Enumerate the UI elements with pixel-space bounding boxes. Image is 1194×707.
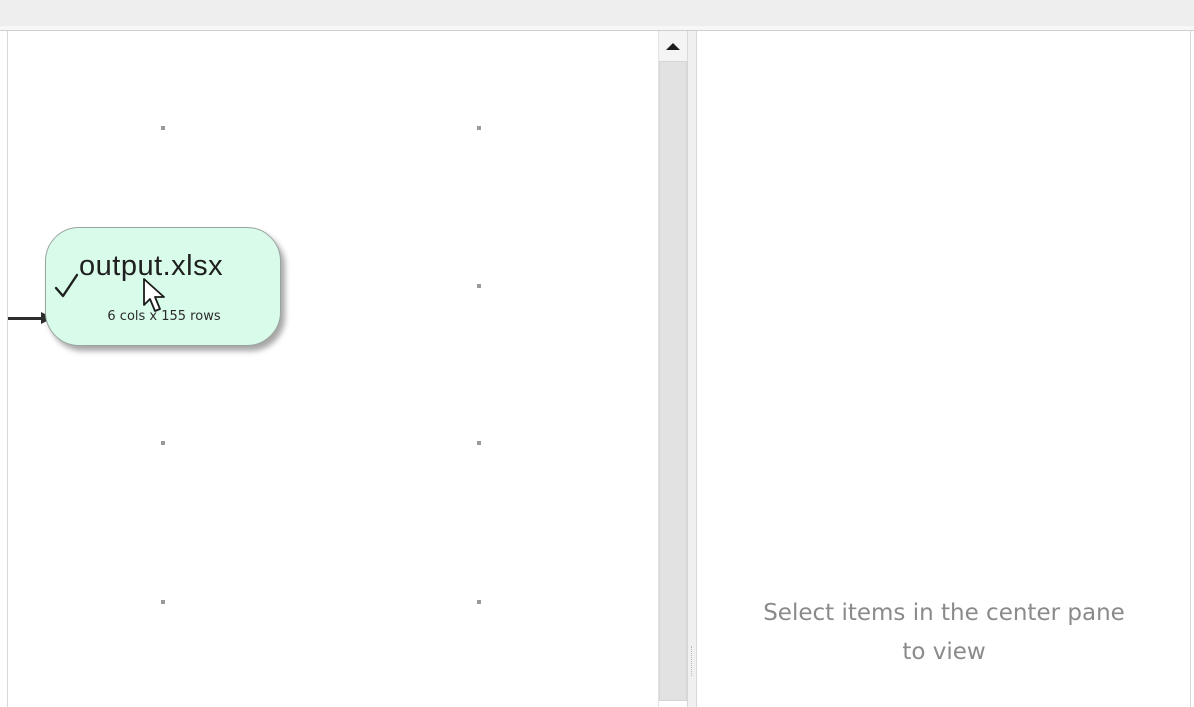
placeholder-line-1: Select items in the center pane	[763, 600, 1125, 626]
grid-dot	[161, 126, 165, 130]
mouse-pointer-icon	[143, 278, 165, 312]
details-pane: Select items in the center pane to view	[697, 31, 1191, 707]
grid-dot	[161, 441, 165, 445]
scrollbar-thumb[interactable]	[659, 61, 687, 701]
canvas-vertical-scrollbar[interactable]	[658, 31, 687, 707]
triangle-up-icon	[666, 42, 680, 50]
check-icon	[54, 273, 79, 298]
grid-dot	[477, 284, 481, 288]
grid-dot	[477, 126, 481, 130]
toolbar-divider	[0, 26, 1194, 30]
grid-dot	[477, 441, 481, 445]
grid-dot	[477, 600, 481, 604]
splitter-grip[interactable]	[691, 646, 693, 676]
pane-splitter[interactable]	[687, 31, 697, 707]
grid-dot	[161, 600, 165, 604]
workflow-canvas[interactable]: output.xlsx 6 cols x 155 rows	[7, 31, 658, 707]
placeholder-line-2: to view	[902, 639, 986, 665]
details-placeholder: Select items in the center pane to view	[697, 594, 1191, 672]
top-toolbar-strip	[0, 0, 1194, 31]
scroll-up-button[interactable]	[659, 31, 687, 61]
node-title: output.xlsx	[79, 250, 224, 282]
